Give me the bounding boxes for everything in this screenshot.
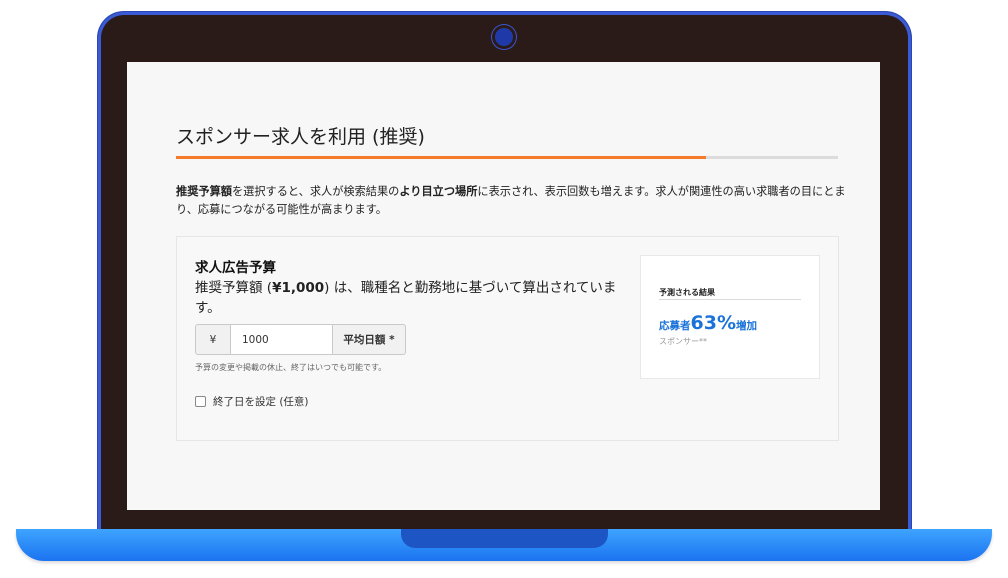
intro-bold-placement: より目立つ場所 — [399, 185, 478, 198]
laptop-base-notch — [401, 529, 608, 548]
result-suffix: 増加 — [735, 320, 757, 332]
intro-bold-budget: 推奨予算額 — [176, 185, 232, 198]
currency-prefix: ¥ — [195, 324, 231, 355]
predicted-results-panel: 予測される結果 応募者 63% 増加 スポンサー** — [640, 255, 820, 379]
progress-fill — [176, 156, 706, 159]
budget-description: 推奨予算額 (¥1,000) は、職種名と勤務地に基づいて算出されています。 — [195, 278, 635, 318]
end-date-checkbox[interactable] — [195, 396, 206, 407]
daily-average-label: 平均日額 * — [333, 324, 406, 355]
result-prefix: 応募者 — [659, 320, 691, 332]
result-percent: 63% — [690, 312, 736, 334]
result-title: 予測される結果 — [659, 288, 715, 297]
result-subtext: スポンサー** — [659, 337, 707, 346]
budget-desc-amount: ¥1,000 — [272, 280, 325, 296]
budget-desc-pre: 推奨予算額 ( — [195, 280, 273, 296]
laptop-screen: スポンサー求人を利用 (推奨) 推奨予算額を選択すると、求人が検索結果のより目立… — [127, 62, 880, 510]
end-date-option[interactable]: 終了日を設定 (任意) — [195, 394, 309, 409]
intro-text: 推奨予算額を選択すると、求人が検索結果のより目立つ場所に表示され、表示回数も増え… — [176, 183, 846, 219]
budget-hint: 予算の変更や掲載の休止、終了はいつでも可能です。 — [195, 363, 387, 372]
end-date-label: 終了日を設定 (任意) — [213, 396, 309, 408]
progress-bar — [176, 156, 838, 159]
page-title: スポンサー求人を利用 (推奨) — [176, 126, 425, 148]
intro-text-1: を選択すると、求人が検索結果の — [231, 185, 400, 198]
webcam-icon — [495, 28, 513, 46]
budget-card: 求人広告予算 推奨予算額 (¥1,000) は、職種名と勤務地に基づいて算出され… — [176, 236, 839, 441]
result-divider — [659, 299, 801, 300]
budget-amount-input[interactable]: 1000 — [231, 324, 333, 355]
result-value: 応募者 63% 増加 — [659, 312, 757, 334]
budget-input-group: ¥ 1000 平均日額 * — [195, 324, 406, 355]
budget-title: 求人広告予算 — [195, 260, 276, 276]
